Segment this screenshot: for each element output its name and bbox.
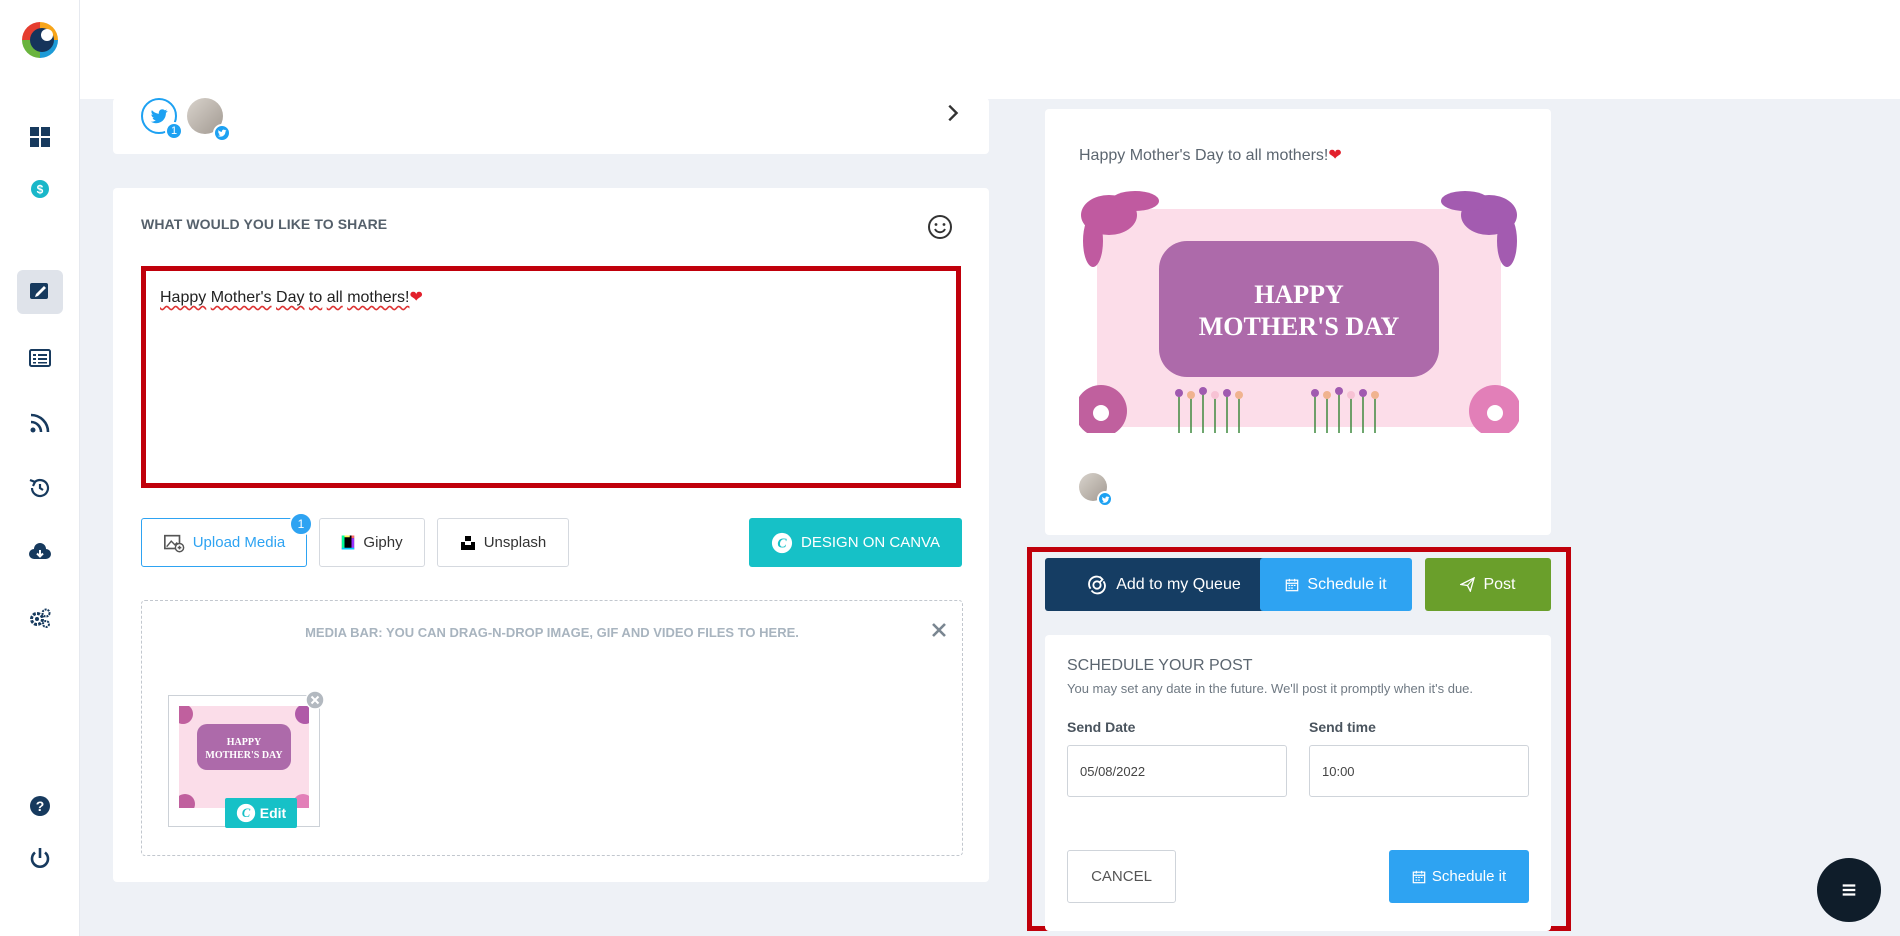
media-thumbnail[interactable]: HAPPY MOTHER'S DAY C Edit xyxy=(168,690,325,828)
schedule-it-button[interactable]: Schedule it xyxy=(1260,558,1412,611)
hamburger-menu-icon xyxy=(1842,884,1856,896)
post-text-word: Day xyxy=(276,289,305,306)
floating-menu-button[interactable] xyxy=(1817,858,1881,922)
canva-icon: C xyxy=(771,532,793,554)
remove-media-icon[interactable] xyxy=(305,690,325,710)
preview-avatar xyxy=(1079,473,1113,507)
upload-count-badge: 1 xyxy=(289,512,313,536)
schedule-subtitle: You may set any date in the future. We'l… xyxy=(1067,681,1474,696)
post-text-word: Mother's xyxy=(210,289,272,306)
help-icon[interactable]: ? xyxy=(17,784,63,828)
account-avatar[interactable] xyxy=(187,98,231,142)
twitter-count-badge: 1 xyxy=(165,122,183,140)
send-date-label: Send Date xyxy=(1067,719,1136,735)
cloud-download-icon[interactable] xyxy=(17,531,63,575)
calendar-icon xyxy=(1285,578,1299,592)
heart-emoji: ❤ xyxy=(1328,147,1342,164)
history-icon[interactable] xyxy=(17,466,63,510)
thumb-text-line2: MOTHER'S DAY xyxy=(205,750,283,761)
composer-card: WHAT WOULD YOU LIKE TO SHARE Happy Mothe… xyxy=(113,188,989,882)
send-icon xyxy=(1460,577,1476,592)
design-on-canva-label: DESIGN ON CANVA xyxy=(801,534,940,551)
thumb-text-line1: HAPPY xyxy=(227,737,262,748)
giphy-label: Giphy xyxy=(363,534,403,551)
giphy-icon xyxy=(341,534,355,551)
schedule-submit-label: Schedule it xyxy=(1431,868,1507,885)
unsplash-icon xyxy=(460,535,476,551)
chevron-right-icon[interactable] xyxy=(941,102,963,124)
queue-icon xyxy=(1086,574,1108,596)
upload-media-button[interactable]: Upload Media xyxy=(141,518,307,567)
media-bar-dropzone[interactable]: MEDIA BAR: YOU CAN DRAG-N-DROP IMAGE, GI… xyxy=(141,600,963,856)
post-text: Happy Mother's Day to all mothers!❤ xyxy=(160,287,423,307)
unsplash-label: Unsplash xyxy=(483,534,547,551)
giphy-button[interactable]: Giphy xyxy=(319,518,425,567)
schedule-post-card: SCHEDULE YOUR POST You may set any date … xyxy=(1045,635,1551,931)
post-text-word: all xyxy=(326,289,343,306)
add-to-queue-button[interactable]: Add to my Queue xyxy=(1045,558,1282,611)
preview-image-line1: HAPPY xyxy=(1254,280,1344,309)
emoji-icon[interactable] xyxy=(927,214,953,240)
dashboard-icon[interactable] xyxy=(17,115,63,159)
canva-edit-button[interactable]: C Edit xyxy=(225,798,297,828)
twitter-icon xyxy=(150,109,168,124)
twitter-badge-icon xyxy=(1097,491,1113,507)
svg-text:?: ? xyxy=(36,798,45,814)
rss-feed-icon[interactable] xyxy=(17,401,63,445)
compose-icon[interactable] xyxy=(17,270,63,314)
send-date-input[interactable] xyxy=(1067,745,1287,797)
sidebar: $ ? xyxy=(0,0,80,936)
mothers-day-thumbnail-image: HAPPY MOTHER'S DAY xyxy=(179,706,309,808)
heart-emoji: ❤ xyxy=(409,289,423,306)
settings-icon[interactable] xyxy=(17,596,63,640)
media-bar-hint: MEDIA BAR: YOU CAN DRAG-N-DROP IMAGE, GI… xyxy=(305,625,799,640)
send-time-label: Send time xyxy=(1309,719,1376,735)
power-icon[interactable] xyxy=(17,836,63,880)
schedule-title: SCHEDULE YOUR POST xyxy=(1067,657,1253,674)
upload-media-label: Upload Media xyxy=(192,534,286,551)
post-now-button[interactable]: Post xyxy=(1425,558,1551,611)
post-text-word: mothers! xyxy=(347,289,410,306)
cancel-button[interactable]: CANCEL xyxy=(1067,850,1176,903)
svg-text:$: $ xyxy=(37,183,44,197)
post-text-word: Happy xyxy=(160,289,207,306)
add-to-queue-label: Add to my Queue xyxy=(1116,575,1241,593)
svg-text:C: C xyxy=(242,806,251,820)
selected-accounts-bar[interactable]: 1 xyxy=(113,98,989,154)
edit-label: Edit xyxy=(259,805,287,821)
twitter-accounts-toggle[interactable]: 1 xyxy=(141,98,183,140)
preview-text-body: Happy Mother's Day to all mothers! xyxy=(1079,147,1329,164)
post-label: Post xyxy=(1483,575,1516,593)
image-upload-icon xyxy=(163,532,185,554)
calendar-icon xyxy=(1412,870,1426,884)
send-time-input[interactable] xyxy=(1309,745,1529,797)
post-text-word: to xyxy=(308,289,323,306)
top-header xyxy=(80,0,1900,99)
canva-icon: C xyxy=(236,803,255,823)
twitter-badge-icon xyxy=(213,124,231,142)
unsplash-button[interactable]: Unsplash xyxy=(437,518,569,567)
preview-image-line2: MOTHER'S DAY xyxy=(1199,312,1400,341)
schedule-it-label: Schedule it xyxy=(1307,575,1387,593)
preview-text: Happy Mother's Day to all mothers!❤ xyxy=(1079,145,1342,165)
app-logo[interactable] xyxy=(20,20,60,60)
billing-icon[interactable]: $ xyxy=(17,167,63,211)
svg-text:C: C xyxy=(777,535,787,550)
preview-image: HAPPY MOTHER'S DAY xyxy=(1079,185,1519,433)
composer-title: WHAT WOULD YOU LIKE TO SHARE xyxy=(141,216,388,232)
posts-list-icon[interactable] xyxy=(17,336,63,380)
post-text-area[interactable]: Happy Mother's Day to all mothers!❤ xyxy=(141,266,961,488)
design-on-canva-button[interactable]: C DESIGN ON CANVA xyxy=(749,518,962,567)
schedule-submit-button[interactable]: Schedule it xyxy=(1389,850,1529,903)
close-icon[interactable] xyxy=(930,621,948,639)
post-preview-card: Happy Mother's Day to all mothers!❤ HAPP… xyxy=(1045,109,1551,535)
